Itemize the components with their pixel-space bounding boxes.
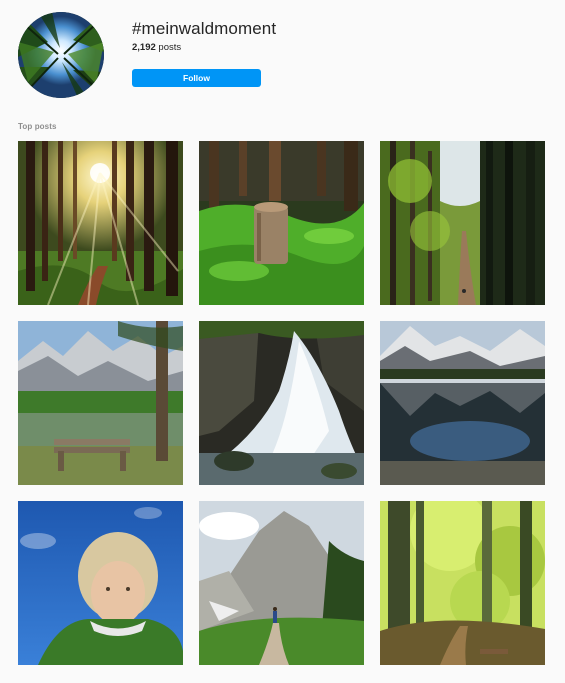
- hashtag-avatar: [18, 12, 104, 98]
- post-thumbnail[interactable]: [18, 501, 183, 665]
- hashtag-header: #meinwaldmoment 2,192 posts: [132, 19, 432, 54]
- forest-path-image: [380, 141, 545, 305]
- mountain-lake-reflection-image: [380, 321, 545, 485]
- mossy-stump-image: [199, 141, 364, 305]
- post-thumbnail[interactable]: [199, 321, 364, 485]
- post-thumbnail[interactable]: [380, 501, 545, 665]
- hashtag-page: #meinwaldmoment 2,192 posts Follow Top p…: [0, 0, 565, 683]
- forest-canopy-avatar-icon: [18, 12, 104, 98]
- post-thumbnail[interactable]: [199, 141, 364, 305]
- post-thumbnail[interactable]: [18, 141, 183, 305]
- selfie-blue-sky-image: [18, 501, 183, 665]
- mountain-trail-hiker-image: [199, 501, 364, 665]
- post-thumbnail[interactable]: [18, 321, 183, 485]
- posts-count: 2,192 posts: [132, 42, 432, 54]
- post-thumbnail[interactable]: [199, 501, 364, 665]
- alpine-lake-bench-image: [18, 321, 183, 485]
- posts-count-label: posts: [158, 42, 182, 53]
- top-posts-heading: Top posts: [18, 122, 57, 131]
- hashtag-title: #meinwaldmoment: [132, 19, 277, 38]
- spring-beech-forest-image: [380, 501, 545, 665]
- follow-button[interactable]: Follow: [132, 69, 261, 87]
- sunlit-forest-image: [18, 141, 183, 305]
- top-posts-grid: [18, 141, 545, 665]
- post-thumbnail[interactable]: [380, 141, 545, 305]
- post-thumbnail[interactable]: [380, 321, 545, 485]
- posts-count-number: 2,192: [132, 42, 156, 53]
- waterfall-image: [199, 321, 364, 485]
